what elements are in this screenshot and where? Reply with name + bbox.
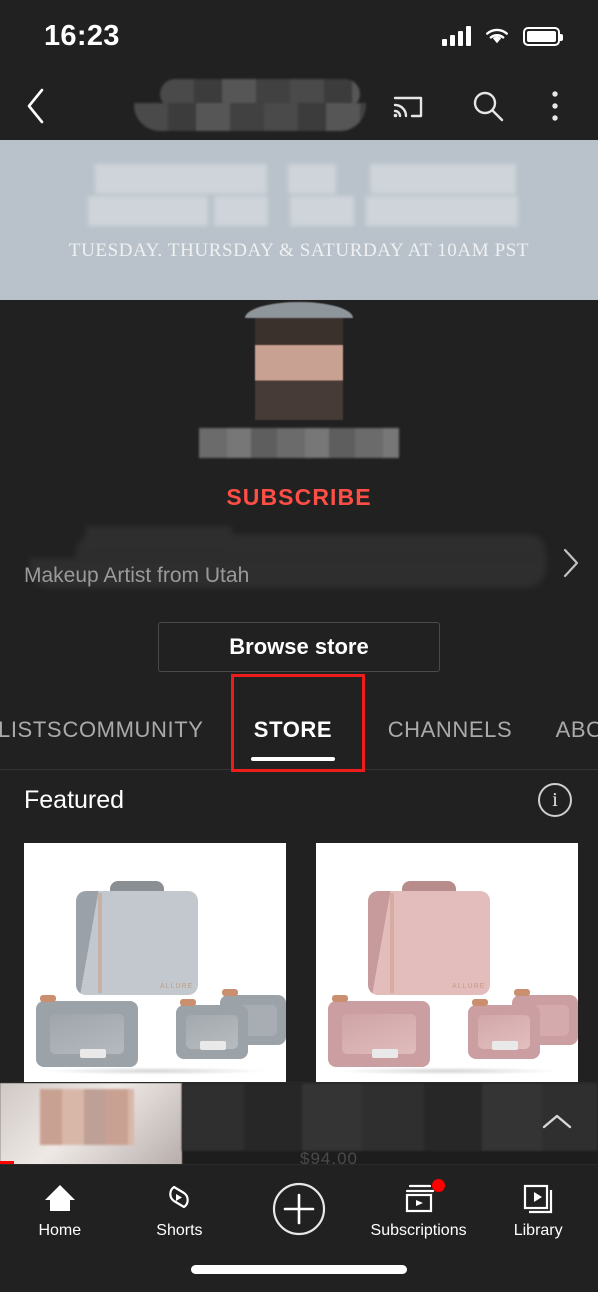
- nav-actions: [390, 88, 598, 124]
- bottom-nav-subscriptions[interactable]: Subscriptions: [359, 1179, 479, 1240]
- tab-channels[interactable]: CHANNELS: [370, 690, 530, 769]
- channel-title-redacted: [199, 428, 399, 458]
- shorts-icon: [169, 1185, 190, 1209]
- product-card-pink[interactable]: ALLURE: [316, 843, 578, 1089]
- thumbnail-face-blurred: [40, 1089, 134, 1145]
- overflow-menu-icon[interactable]: [550, 89, 560, 123]
- channel-name-redacted: [72, 79, 380, 133]
- status-time: 16:23: [44, 19, 120, 52]
- info-circle-icon[interactable]: i: [538, 783, 572, 817]
- mini-player-price: $94.00: [300, 1149, 358, 1164]
- bottom-navigation: Home Shorts Subscriptions Library: [0, 1164, 598, 1292]
- tab-store[interactable]: STORE: [238, 690, 348, 769]
- home-icon: [44, 1185, 75, 1211]
- chevron-left-icon: [27, 88, 44, 124]
- featured-section-header: Featured i: [0, 772, 598, 828]
- youtube-channel-store-screen: 16:23 TUESDAY, THURSDAY & SATURDAY AT 10…: [0, 0, 598, 1292]
- subscriptions-badge: [431, 1179, 445, 1192]
- nav-bar: [0, 72, 598, 140]
- channel-tabs: LISTS COMMUNITY STORE CHANNELS ABOUT: [0, 690, 598, 770]
- status-bar: 16:23: [0, 0, 598, 72]
- avatar[interactable]: [245, 302, 353, 420]
- bottom-nav-create[interactable]: [239, 1181, 359, 1244]
- cast-icon[interactable]: [390, 90, 426, 122]
- create-plus-icon: [272, 1182, 326, 1236]
- mini-player[interactable]: $94.00: [0, 1082, 598, 1164]
- tab-community[interactable]: COMMUNITY: [50, 690, 216, 769]
- status-icons: [442, 26, 563, 46]
- channel-header: SUBSCRIBE: [0, 300, 598, 511]
- channel-banner[interactable]: TUESDAY, THURSDAY & SATURDAY AT 10AM PST: [0, 140, 598, 300]
- library-icon: [524, 1184, 553, 1214]
- description-expand[interactable]: [560, 546, 582, 585]
- tab-about[interactable]: ABOUT: [550, 690, 598, 769]
- back-button[interactable]: [0, 86, 72, 126]
- banner-schedule-text: TUESDAY, THURSDAY & SATURDAY AT 10AM PST: [68, 240, 530, 261]
- bottom-nav-home-label: Home: [38, 1222, 82, 1239]
- chevron-right-icon: [563, 548, 579, 578]
- home-indicator: [191, 1265, 407, 1274]
- channel-description: Makeup Artist from Utah: [24, 564, 250, 587]
- channel-description-row[interactable]: Makeup Artist from Utah: [0, 520, 598, 600]
- wifi-icon: [486, 28, 508, 44]
- page-title: Featured: [24, 785, 125, 814]
- product-card-gray[interactable]: ALLURE: [24, 843, 286, 1089]
- bottom-nav-shorts-label: Shorts: [156, 1222, 203, 1239]
- mini-player-title-redacted: [182, 1083, 598, 1151]
- bottom-nav-library-label: Library: [513, 1222, 563, 1239]
- bottom-nav-library[interactable]: Library: [478, 1181, 598, 1240]
- browse-store-button[interactable]: Browse store: [158, 622, 440, 672]
- bottom-nav-home[interactable]: Home: [0, 1181, 120, 1240]
- battery-full-icon: [523, 26, 563, 46]
- featured-products: ALLURE ALLURE: [24, 843, 578, 1089]
- subscribe-button[interactable]: SUBSCRIBE: [0, 484, 598, 511]
- tab-playlists[interactable]: LISTS: [0, 690, 62, 769]
- search-icon[interactable]: [470, 88, 506, 124]
- mini-player-expand-button[interactable]: [540, 1111, 574, 1138]
- bottom-nav-shorts[interactable]: Shorts: [120, 1181, 240, 1240]
- cellular-signal-icon: [442, 26, 471, 46]
- chevron-up-icon: [542, 1114, 572, 1129]
- bottom-nav-subscriptions-label: Subscriptions: [370, 1222, 467, 1239]
